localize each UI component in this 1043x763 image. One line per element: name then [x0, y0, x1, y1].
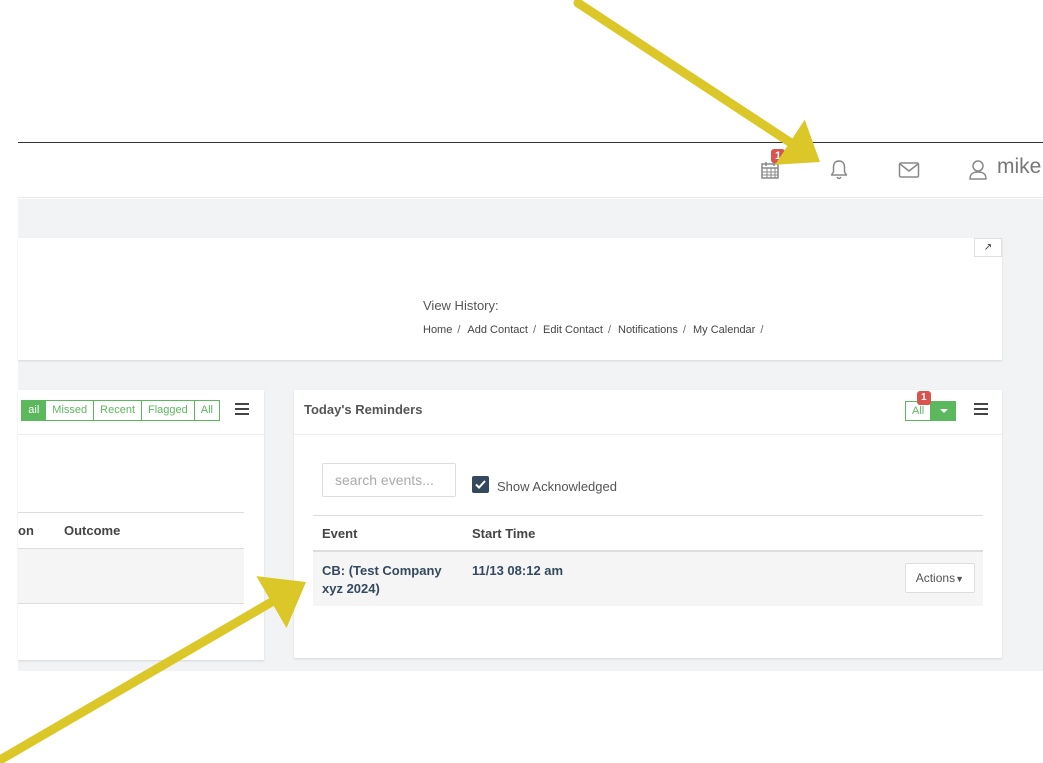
filter-badge: 1	[917, 391, 931, 405]
column-header-outcome: Outcome	[64, 523, 121, 538]
crumb-separator: /	[682, 324, 686, 336]
calls-table-header: on Outcome	[18, 512, 244, 549]
messages-button[interactable]	[896, 157, 922, 183]
filter-flagged[interactable]: Flagged	[142, 400, 195, 421]
hamburger-menu-icon[interactable]	[974, 403, 988, 415]
view-history-card: ↗ View History: Home / Add Contact / Edit …	[18, 238, 1002, 360]
crumb-separator: /	[532, 324, 537, 336]
reminders-filter-dropdown: All	[905, 401, 957, 421]
actions-dropdown-button[interactable]: Actions▼	[904, 563, 975, 593]
crumb-edit-contact[interactable]: Edit Contact	[543, 324, 603, 336]
expand-button[interactable]: ↗	[974, 238, 1002, 257]
filter-recent[interactable]: Recent	[94, 400, 142, 421]
bell-icon	[830, 160, 848, 180]
user-icon	[969, 160, 987, 180]
arrow-to-bell-shaft	[573, 0, 795, 147]
reminders-card-header: Today's Reminders All 1	[294, 390, 1002, 435]
breadcrumb: Home / Add Contact / Edit Contact / Notific…	[423, 324, 770, 336]
filter-caret-button[interactable]	[931, 401, 957, 421]
column-header-start-time: Start Time	[472, 526, 536, 541]
expand-arrow-icon: ↗	[983, 242, 993, 253]
crumb-separator: /	[607, 324, 611, 336]
crumb-separator: /	[457, 324, 461, 336]
calls-card: ail Missed Recent Flagged All on Outcome	[18, 390, 264, 660]
crumb-my-calendar[interactable]: My Calendar	[693, 324, 755, 336]
top-navbar: 1 mike	[18, 143, 1043, 198]
start-time-cell: 11/13 08:12 am	[472, 563, 564, 578]
checkmark-icon	[475, 480, 486, 489]
calls-card-header: ail Missed Recent Flagged All	[18, 390, 264, 435]
user-name[interactable]: mike	[997, 155, 1041, 179]
show-acknowledged-label[interactable]: Show Acknowledged	[497, 479, 617, 494]
crumb-home[interactable]: Home	[423, 324, 452, 336]
crumb-notifications[interactable]: Notifications	[618, 324, 678, 336]
event-cell[interactable]: CB: (Test Company xyz 2024)	[322, 562, 452, 598]
screen: 1 mike ↗ View History: Home / Add Contac…	[0, 0, 1043, 763]
calendar-icon	[761, 162, 779, 179]
crumb-separator: /	[760, 324, 764, 336]
filter-all[interactable]: All	[194, 400, 220, 421]
column-header: on	[18, 523, 34, 538]
actions-label: Actions	[915, 571, 956, 585]
history-label: View History:	[423, 298, 499, 313]
envelope-icon	[898, 162, 920, 178]
column-header-event: Event	[322, 526, 358, 541]
calls-filter-group: ail Missed Recent Flagged All	[21, 400, 220, 421]
notifications-button[interactable]	[826, 157, 852, 183]
filter-email[interactable]: ail	[21, 400, 47, 421]
user-menu-button[interactable]	[965, 157, 991, 183]
table-row: CB: (Test Company xyz 2024) 11/13 08:12 …	[313, 552, 983, 606]
table-row	[18, 549, 244, 604]
caret-down-icon	[939, 409, 948, 413]
hamburger-menu-icon[interactable]	[235, 403, 249, 415]
reminders-table-header: Event Start Time	[313, 515, 983, 552]
caret-down-icon: ▼	[955, 574, 964, 584]
reminders-title: Today's Reminders	[304, 402, 423, 417]
crumb-add-contact[interactable]: Add Contact	[467, 324, 528, 336]
filter-missed[interactable]: Missed	[46, 400, 95, 421]
search-events-input[interactable]	[322, 463, 456, 497]
calendar-badge: 1	[771, 149, 786, 163]
show-acknowledged-checkbox[interactable]	[472, 476, 489, 493]
reminders-card: Today's Reminders All 1 Show Acknowledge…	[294, 390, 1002, 658]
